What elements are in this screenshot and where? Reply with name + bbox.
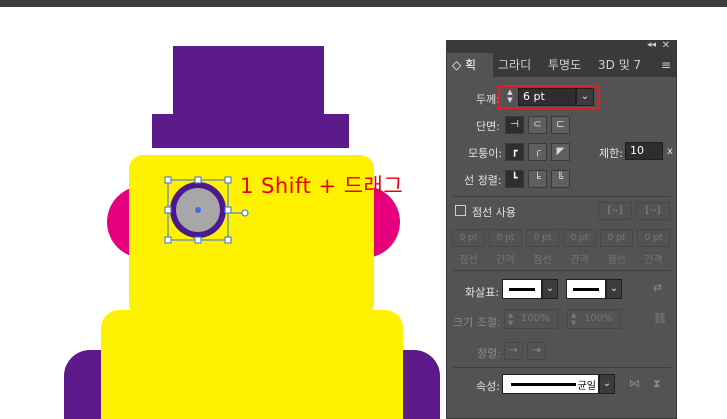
round-join-icon[interactable]: ╭: [528, 143, 547, 161]
dash-field-1[interactable]: 0 pt: [452, 229, 485, 247]
dash-field-3[interactable]: 0 pt: [600, 229, 633, 247]
gap-label-1: 간격: [496, 255, 515, 266]
menu-icon[interactable]: ≡: [661, 59, 671, 71]
arrow-align-label: 정렬:: [477, 347, 501, 360]
projecting-cap-icon[interactable]: ⊏: [551, 116, 570, 134]
separator: [453, 367, 671, 368]
end-arrowhead-select[interactable]: [566, 279, 606, 299]
separator: [453, 270, 671, 271]
butt-cap-icon[interactable]: ⊣: [505, 116, 524, 134]
handle-top-left: [164, 176, 172, 184]
align-stroke-label: 선 정렬:: [464, 174, 502, 187]
handle-top-right: [224, 176, 232, 184]
shift-drag-annotation: 1 Shift + 드래그: [240, 174, 404, 198]
close-icon[interactable]: ✕: [662, 40, 670, 51]
gap-label-2: 간격: [570, 255, 589, 266]
bevel-join-icon[interactable]: ◤: [551, 143, 570, 161]
profile-label: 속성:: [476, 380, 500, 393]
profile-value: 균일: [577, 381, 596, 392]
limit-input[interactable]: 10: [625, 142, 663, 160]
dash-field-2[interactable]: 0 pt: [526, 229, 559, 247]
arrow-place-icon[interactable]: ⇥: [527, 342, 546, 360]
gap-label-3: 간격: [644, 255, 663, 266]
handle-bottom-left: [164, 236, 172, 244]
tab-stroke[interactable]: ◇ 획: [447, 53, 493, 77]
handle-top: [194, 176, 202, 184]
weight-label: 두께:: [476, 93, 500, 106]
weight-dropdown[interactable]: ⌄: [576, 88, 594, 106]
dash-label-1: 점선: [459, 255, 478, 266]
handle-bottom-right: [224, 236, 232, 244]
end-arrowhead-dropdown[interactable]: ⌄: [606, 279, 622, 299]
dash-preserve-icon[interactable]: [‐‐]: [598, 202, 632, 220]
flip-horizontal-icon[interactable]: ⋈: [629, 377, 640, 390]
dash-align-icon[interactable]: [‐‐]: [636, 202, 670, 220]
dashed-line-checkbox[interactable]: [455, 205, 466, 216]
profile-dropdown[interactable]: ⌄: [599, 374, 615, 394]
gap-field-2[interactable]: 0 pt: [563, 229, 596, 247]
arrowheads-label: 화살표:: [465, 286, 500, 299]
panel-tabs: ◇ 획 그라디 투명도 3D 및 7 ≡: [447, 53, 676, 77]
round-cap-icon[interactable]: ⊂: [528, 116, 547, 134]
dash-label-3: 점선: [607, 255, 626, 266]
handle-bottom: [194, 236, 202, 244]
tab-3d[interactable]: 3D 및 7: [593, 53, 643, 77]
collapse-icon[interactable]: ◂◂: [647, 40, 656, 50]
arrow-extend-icon[interactable]: →: [504, 342, 523, 360]
corner-label: 모퉁이:: [468, 147, 503, 160]
align-inside-icon[interactable]: ╘: [528, 170, 547, 188]
limit-label: 제한:: [599, 147, 623, 160]
tab-gradient[interactable]: 그라디: [493, 53, 543, 77]
link-scale-icon[interactable]: ⛓: [653, 312, 667, 325]
start-arrowhead-select[interactable]: [502, 279, 542, 299]
scale-end-input[interactable]: ▲ ▼ 100%: [567, 309, 621, 329]
hat-brim-shape[interactable]: [152, 114, 349, 148]
scale-start-input[interactable]: ▲ ▼ 100%: [504, 309, 558, 329]
rotate-handle-icon[interactable]: [241, 209, 249, 217]
profile-select[interactable]: 균일: [502, 374, 599, 394]
body-shape[interactable]: [101, 310, 403, 419]
limit-suffix: x: [667, 146, 673, 157]
panel-titlebar[interactable]: ◂◂ ✕: [447, 40, 676, 53]
align-outside-icon[interactable]: ╚: [551, 170, 570, 188]
dash-label-2: 점선: [533, 255, 552, 266]
separator: [453, 196, 671, 197]
weight-stepper[interactable]: ▲ ▼: [503, 88, 517, 106]
stroke-panel: ◂◂ ✕ ◇ 획 그라디 투명도 3D 및 7 ≡ 두께: ▲ ▼ 6 pt ⌄ …: [446, 40, 677, 419]
center-point-icon: [195, 207, 201, 213]
miter-join-icon[interactable]: ┏: [505, 143, 524, 161]
gap-field-3[interactable]: 0 pt: [637, 229, 670, 247]
weight-input[interactable]: 6 pt: [518, 88, 576, 106]
dashed-line-label: 점선 사용: [472, 206, 516, 219]
flip-vertical-icon[interactable]: ⧗: [653, 377, 661, 391]
start-arrowhead-dropdown[interactable]: ⌄: [542, 279, 558, 299]
swap-arrowheads-icon[interactable]: ⇄: [653, 281, 662, 294]
cap-label: 단면:: [476, 120, 500, 133]
handle-left: [164, 206, 172, 214]
handle-right: [224, 206, 232, 214]
tab-transparency[interactable]: 투명도: [543, 53, 593, 77]
scale-label: 크기 조절:: [453, 316, 501, 329]
top-toolbar-strip: [0, 0, 727, 7]
gap-field-1[interactable]: 0 pt: [489, 229, 522, 247]
align-center-icon[interactable]: ┗: [505, 170, 524, 188]
